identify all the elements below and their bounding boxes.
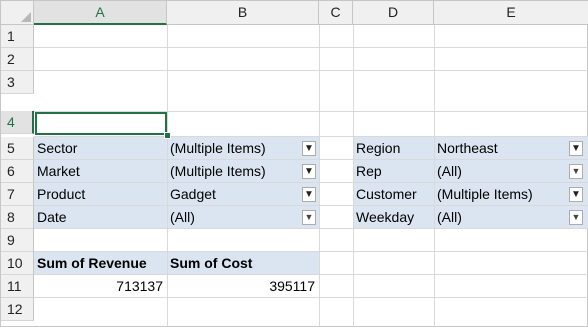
spreadsheet-grid: A B C D E 1 2 3 4 5 6 7 8 9 10 11 12 Sec…: [0, 0, 588, 327]
fill-handle[interactable]: [164, 132, 171, 139]
row-header-4[interactable]: 4: [1, 111, 34, 134]
column-header-d[interactable]: D: [353, 1, 434, 25]
column-header-e[interactable]: E: [434, 1, 588, 25]
row-header-11[interactable]: 11: [1, 275, 34, 298]
filter-field-customer: Customer: [356, 186, 417, 202]
dropdown-arrow-icon[interactable]: ▼: [569, 210, 583, 225]
row-header-2[interactable]: 2: [1, 48, 34, 71]
filter-applied-icon[interactable]: ▼: [569, 141, 583, 156]
filter-value-product: Gadget: [170, 186, 216, 202]
select-all-corner[interactable]: [1, 1, 34, 25]
dropdown-arrow-icon[interactable]: ▼: [569, 164, 583, 179]
filter-field-date: Date: [37, 209, 67, 225]
filter-applied-icon[interactable]: ▼: [302, 164, 316, 179]
filter-value-customer: (Multiple Items): [437, 186, 533, 202]
row-header-10[interactable]: 10: [1, 252, 34, 275]
pivot-header-sum-of-cost: Sum of Cost: [170, 255, 253, 271]
row-header-12[interactable]: 12: [1, 298, 34, 321]
pivot-value-cost: 395117: [269, 278, 315, 294]
pivot-header-sum-of-revenue: Sum of Revenue: [37, 255, 147, 271]
filter-value-date: (All): [170, 209, 195, 225]
pivot-value-revenue: 713137: [116, 278, 163, 294]
row-header-8[interactable]: 8: [1, 206, 34, 229]
cell-area[interactable]: Sector (Multiple Items) ▼ Market (Multip…: [34, 25, 588, 327]
filter-applied-icon[interactable]: ▼: [302, 141, 316, 156]
filter-value-weekday: (All): [437, 209, 462, 225]
filter-value-market: (Multiple Items): [170, 163, 266, 179]
filter-field-region: Region: [356, 140, 401, 156]
row-header-7[interactable]: 7: [1, 183, 34, 206]
column-header-a[interactable]: A: [34, 1, 167, 25]
filter-field-product: Product: [37, 186, 86, 202]
filter-value-region: Northeast: [437, 140, 498, 156]
column-header-c[interactable]: C: [319, 1, 353, 25]
filter-applied-icon[interactable]: ▼: [302, 187, 316, 202]
filter-value-sector: (Multiple Items): [170, 140, 266, 156]
filter-field-market: Market: [37, 163, 80, 179]
row-header-9[interactable]: 9: [1, 229, 34, 252]
filter-applied-icon[interactable]: ▼: [569, 187, 583, 202]
filter-value-rep: (All): [437, 163, 462, 179]
row-header-3[interactable]: 3: [1, 71, 34, 94]
filter-field-sector: Sector: [37, 140, 78, 156]
filter-field-rep: Rep: [356, 163, 382, 179]
select-all-triangle-icon: [21, 12, 31, 22]
dropdown-arrow-icon[interactable]: ▼: [302, 210, 316, 225]
row-header-6[interactable]: 6: [1, 160, 34, 183]
row-header-1[interactable]: 1: [1, 25, 34, 48]
active-cell-selection[interactable]: [35, 112, 167, 135]
column-header-b[interactable]: B: [167, 1, 319, 25]
row-header-5[interactable]: 5: [1, 137, 34, 160]
filter-field-weekday: Weekday: [356, 209, 415, 225]
